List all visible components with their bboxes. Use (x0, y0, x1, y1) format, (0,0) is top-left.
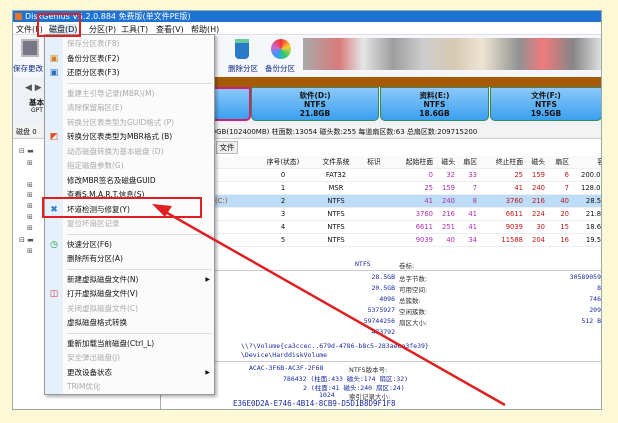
arrow-line (161, 208, 506, 407)
annotation-arrow (152, 204, 506, 407)
